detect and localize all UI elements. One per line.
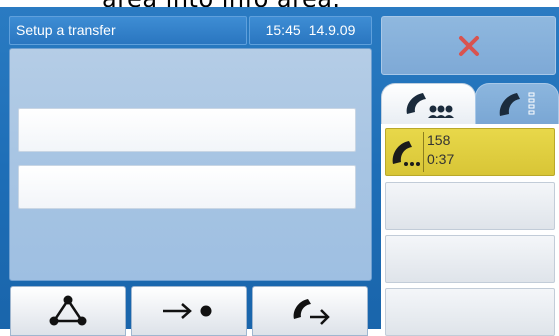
- handset-hold-icon: [499, 92, 535, 116]
- tab-calls[interactable]: [475, 83, 559, 125]
- call-number: 158: [427, 132, 451, 148]
- tab-conference[interactable]: [381, 83, 476, 125]
- call-list-item-2[interactable]: [385, 182, 555, 230]
- clock-display: 15:45 14.9.09: [249, 16, 372, 45]
- transfer-target-field-1[interactable]: [18, 108, 356, 152]
- call-list-item-3[interactable]: [385, 235, 555, 283]
- close-button[interactable]: [381, 16, 556, 75]
- conference-handset-icon: [406, 92, 454, 118]
- close-x-icon: [458, 35, 479, 56]
- call-separator: [423, 132, 424, 172]
- call-list-item-1[interactable]: 158 0:37: [385, 128, 555, 176]
- arrow-to-dot-icon: [163, 303, 212, 319]
- clock-date: 14.9.09: [308, 22, 356, 38]
- handset-transfer-arrow-icon: [293, 299, 330, 325]
- phone-screen: Setup a transfer 15:45 14.9.09 158 0:37: [0, 7, 559, 336]
- call-list: 158 0:37: [381, 124, 559, 336]
- transfer-target-field-2[interactable]: [18, 165, 356, 209]
- conference-triangle-icon: [49, 295, 87, 326]
- page-title: Setup a transfer: [9, 16, 247, 45]
- handset-calling-icon: [392, 141, 420, 166]
- call-duration: 0:37: [427, 151, 455, 167]
- clock-time: 15:45: [265, 22, 301, 38]
